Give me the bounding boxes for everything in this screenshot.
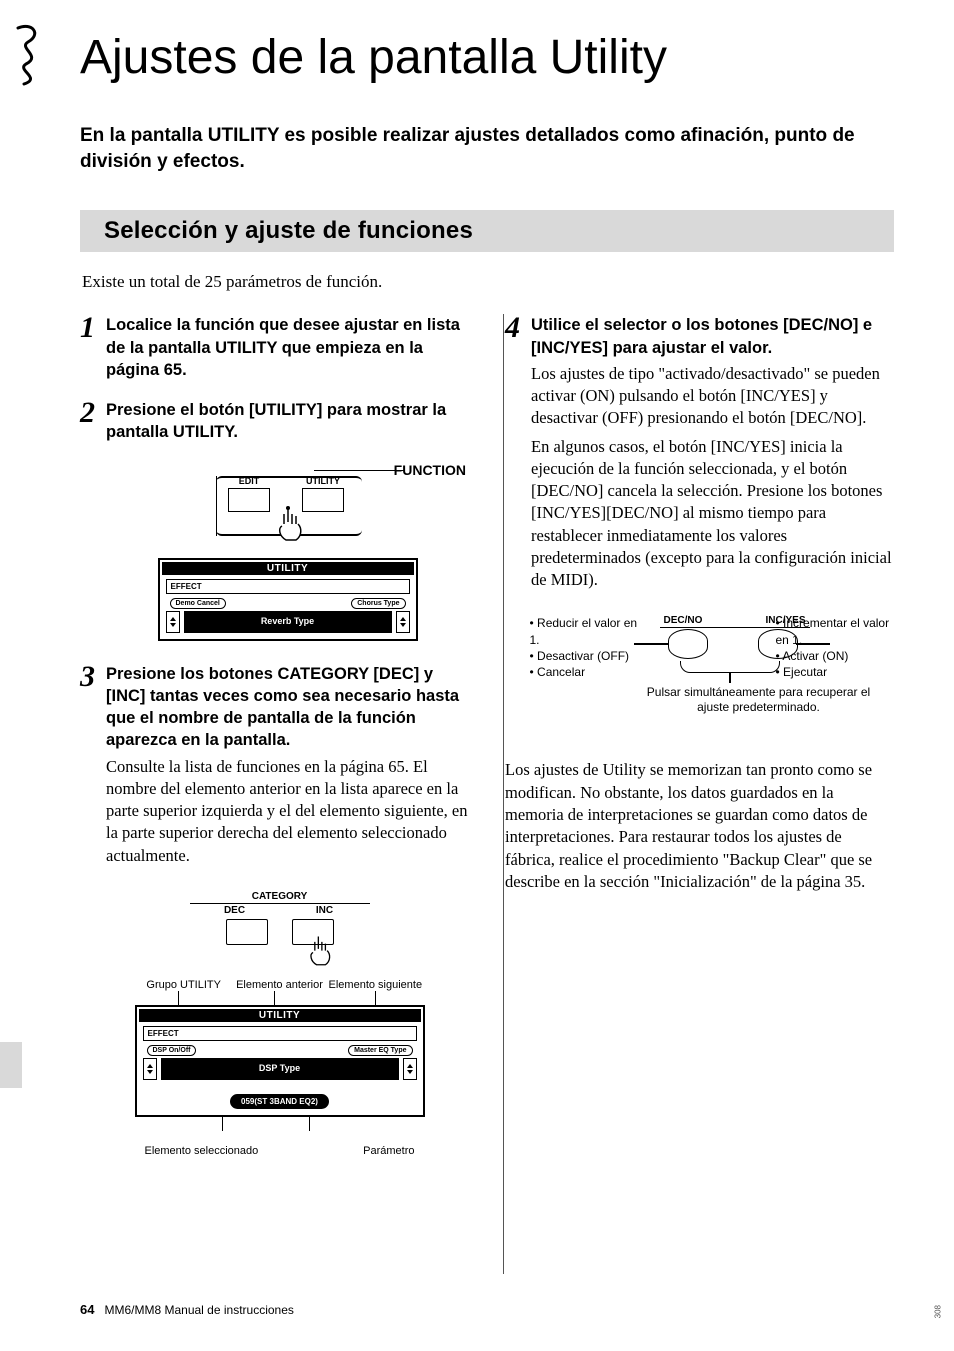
step-3-text: Consulte la lista de funciones en la pág… [106, 756, 469, 867]
annot-parameter: Parámetro [363, 1145, 414, 1157]
page: Ajustes de la pantalla Utility En la pan… [0, 0, 954, 1351]
display-scroll-left-icon [143, 1058, 157, 1080]
step-number: 1 [80, 314, 98, 341]
display-scroll-left-icon [166, 611, 180, 633]
two-column-layout: 1 Localice la función que desee ajustar … [80, 314, 894, 1179]
step-number: 3 [80, 663, 98, 690]
list-item: Reducir el valor en 1. [530, 615, 640, 647]
step-number: 2 [80, 399, 98, 426]
simultaneous-press-caption: Pulsar simultáneamente para recuperar el… [638, 685, 880, 715]
category-dec-label: DEC [190, 905, 280, 916]
page-footer: 64 MM6/MM8 Manual de instrucciones [80, 1302, 294, 1317]
step-4-text-2: En algunos casos, el botón [INC/YES] ini… [531, 436, 894, 592]
edit-button: EDIT [228, 488, 270, 512]
hand-press-icon [274, 504, 308, 544]
step-4-text-1: Los ajustes de tipo "activado/desactivad… [531, 363, 894, 430]
inc-yes-effects: Incrementar el valor en 1. Activar (ON) … [776, 615, 896, 680]
figure-dec-inc-buttons: DEC/NO INC/YES Reducir el valor en 1. De… [530, 615, 870, 725]
display-utility-2: UTILITY EFFECT DSP On/Off Master EQ Type… [135, 1005, 425, 1117]
display2-top-annotations: Grupo UTILITY Elemento anterior Elemento… [135, 979, 425, 991]
annot-prev-element: Elemento anterior [232, 979, 326, 991]
doc-title: MM6/MM8 Manual de instrucciones [104, 1303, 293, 1317]
list-item: Ejecutar [776, 664, 896, 680]
category-title: CATEGORY [190, 891, 370, 904]
left-column: 1 Localice la función que desee ajustar … [80, 314, 469, 1179]
list-item: Cancelar [530, 664, 640, 680]
display-title: UTILITY [139, 1009, 421, 1022]
display-value: 059(ST 3BAND EQ2) [230, 1094, 329, 1109]
display-center: Reverb Type [184, 611, 392, 633]
utility-button: UTILITY [302, 488, 344, 512]
display-utility-1: UTILITY EFFECT Demo Cancel Chorus Type R… [158, 558, 418, 641]
step-3: 3 Presione los botones CATEGORY [DEC] y … [80, 663, 469, 873]
dec-no-effects: Reducir el valor en 1. Desactivar (OFF) … [530, 615, 640, 680]
section-heading-bar: Selección y ajuste de funciones [80, 210, 894, 252]
closing-paragraph: Los ajustes de Utility se memorizan tan … [505, 759, 894, 893]
annot-next-element: Elemento siguiente [328, 979, 422, 991]
chapter-ornament-icon [12, 20, 52, 88]
step-4: 4 Utilice el selector o los botones [DEC… [505, 314, 894, 597]
dec-no-label: DEC/NO [664, 615, 703, 626]
display-group: EFFECT [166, 579, 410, 594]
step-1: 1 Localice la función que desee ajustar … [80, 314, 469, 381]
hand-press-icon [306, 933, 336, 969]
display-title: UTILITY [162, 562, 414, 575]
list-item: Desactivar (OFF) [530, 648, 640, 664]
display-left-tag: Demo Cancel [170, 598, 226, 609]
display-left-tag: DSP On/Off [147, 1045, 197, 1056]
step-4-head: Utilice el selector o los botones [DEC/N… [531, 314, 894, 359]
figure-function-buttons: FUNCTION EDIT UTILITY [106, 462, 469, 641]
step-2-head: Presione el botón [UTILITY] para mostrar… [106, 399, 469, 444]
intro-line: Existe un total de 25 parámetros de func… [82, 272, 894, 292]
display-group: EFFECT [143, 1026, 417, 1041]
category-dec-button [226, 919, 268, 945]
step-number: 4 [505, 314, 523, 341]
step-1-head: Localice la función que desee ajustar en… [106, 314, 469, 381]
display-scroll-right-icon [396, 611, 410, 633]
figure-category-display: CATEGORY DEC INC Grupo UTILITY Elemento … [90, 891, 469, 1157]
edit-button-label: EDIT [229, 476, 269, 486]
section-heading: Selección y ajuste de funciones [104, 217, 473, 244]
page-side-tab [0, 1042, 22, 1088]
category-buttons: CATEGORY DEC INC [190, 891, 370, 971]
step-2: 2 Presione el botón [UTILITY] para mostr… [80, 399, 469, 444]
display-scroll-right-icon [403, 1058, 417, 1080]
display-right-tag: Master EQ Type [348, 1045, 412, 1056]
page-title: Ajustes de la pantalla Utility [80, 30, 894, 85]
display-center: DSP Type [161, 1058, 399, 1080]
display-right-tag: Chorus Type [351, 598, 405, 609]
page-number: 64 [80, 1302, 94, 1317]
utility-button-label: UTILITY [303, 476, 343, 486]
lead-paragraph: En la pantalla UTILITY es posible realiz… [80, 123, 894, 174]
list-item: Activar (ON) [776, 648, 896, 664]
display2-bottom-annotations: Elemento seleccionado Parámetro [135, 1145, 425, 1157]
list-item: Incrementar el valor en 1. [776, 615, 896, 647]
side-print-code: 308 [933, 1305, 942, 1318]
right-column: 4 Utilice el selector o los botones [DEC… [505, 314, 894, 1179]
annot-selected-element: Elemento seleccionado [145, 1145, 259, 1157]
category-inc-label: INC [280, 905, 370, 916]
function-label: FUNCTION [394, 462, 466, 478]
step-3-head: Presione los botones CATEGORY [DEC] y [I… [106, 663, 469, 752]
annot-group-utility: Grupo UTILITY [137, 979, 231, 991]
dec-no-button [668, 629, 708, 659]
